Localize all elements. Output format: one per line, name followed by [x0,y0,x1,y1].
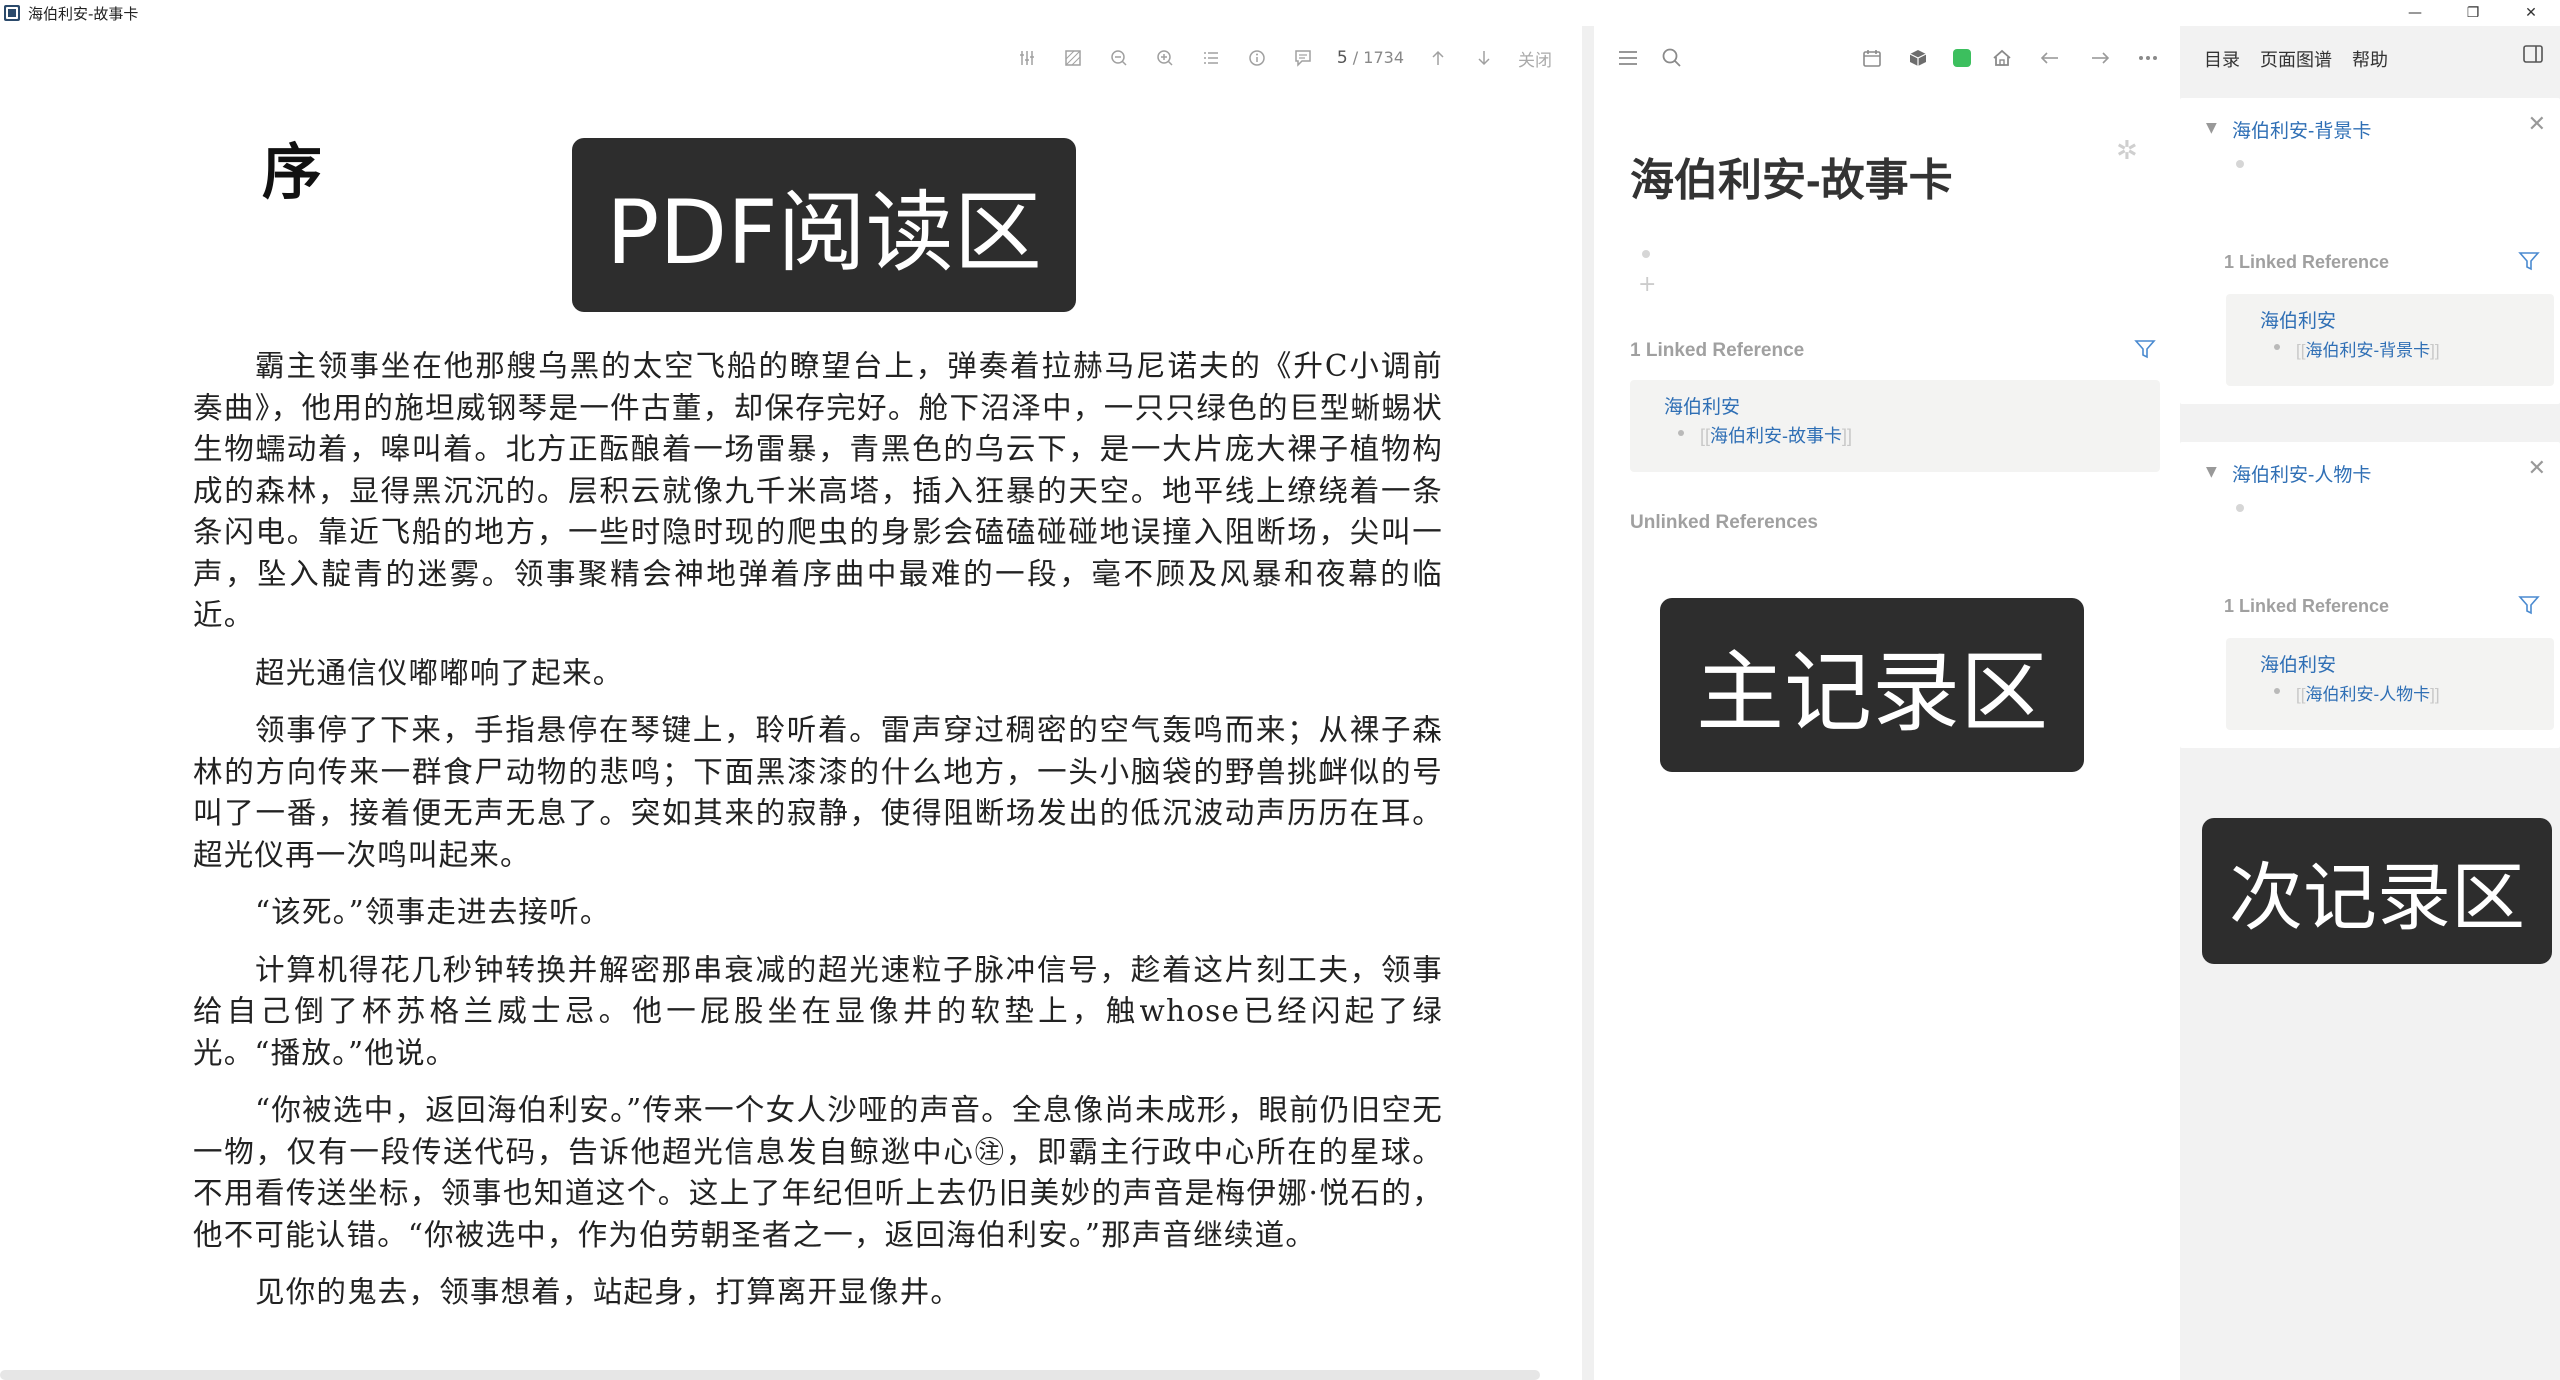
comment-icon[interactable] [1291,46,1315,70]
bracket-close: ]] [2430,341,2440,360]
linked-references-heading[interactable]: 1 Linked Reference [2224,252,2389,273]
main-area-label: 主记录区 [1660,598,2084,772]
app-logo-icon [4,5,20,21]
pdf-text-body: 霸主领事坐在他那艘乌黑的太空飞船的瞭望台上，弹奏着拉赫马尼诺夫的《升C小调前奏曲… [193,346,1443,1330]
pdf-paragraph: “你被选中，返回海伯利安。”传来一个女人沙哑的声音。全息像尚未成形，眼前仍旧空无… [193,1093,1443,1252]
close-pdf-button[interactable]: 关闭 [1518,46,1552,71]
title-bar: 海伯利安-故事卡 — ❐ ✕ [0,0,2560,26]
side-area-label: 次记录区 [2202,818,2552,964]
tab-contents[interactable]: 目录 [2204,46,2240,72]
pdf-paragraph: 领事停了下来，手指悬停在琴键上，聆听着。雷声穿过稠密的空气轰鸣而来；从裸子森林的… [193,713,1443,872]
linked-references-heading[interactable]: 1 Linked Reference [1630,340,1804,362]
zoom-out-icon[interactable] [1107,46,1131,70]
page-title[interactable]: 海伯利安-故事卡 [1630,144,1953,208]
collapse-caret-icon[interactable]: ▼ [2206,120,2217,136]
pdf-paragraph: 见你的鬼去，领事想着，站起身，打算离开显像井。 [255,1275,962,1309]
sidebar-card-title[interactable]: 海伯利安-人物卡 [2232,460,2371,487]
unlinked-references-heading[interactable]: Unlinked References [1630,512,1818,534]
linked-reference-card: 海伯利安 [[海伯利安-背景卡]] [2226,294,2554,386]
outline-list-icon[interactable] [1199,46,1223,70]
reference-bullet[interactable] [2274,688,2280,694]
sidebar-card-title[interactable]: 海伯利安-背景卡 [2232,116,2371,143]
zoom-in-icon[interactable] [1153,46,1177,70]
toggle-sidebar-icon[interactable] [2522,44,2546,68]
empty-block-bullet[interactable] [2236,504,2244,512]
sidebar-card: ▼ 海伯利安-背景卡 ✕ 1 Linked Reference 海伯利安 [[海… [2180,98,2560,404]
close-window-button[interactable]: ✕ [2502,0,2560,26]
menu-icon[interactable] [1614,44,1642,72]
tab-help[interactable]: 帮助 [2352,46,2388,72]
minimize-button[interactable]: — [2386,0,2444,26]
pdf-area-label: PDF阅读区 [572,138,1076,312]
pane-splitter[interactable] [1582,26,1594,1380]
bracket-close: ]] [1842,426,1853,446]
page-ref-link[interactable]: 海伯利安-背景卡 [2305,341,2430,360]
main-note-pane: 海伯利安-故事卡 ✲ + 1 Linked Reference 海伯利安 [[海… [1594,26,2180,1380]
main-toolbar [1594,44,2180,74]
bracket-open: [[ [1700,426,1711,446]
linked-references-heading[interactable]: 1 Linked Reference [2224,596,2389,617]
loading-spinner-icon: ✲ [2116,136,2138,166]
close-icon[interactable]: ✕ [2528,112,2546,137]
home-icon[interactable] [1988,44,2016,72]
page-total: 1734 [1363,48,1404,67]
pdf-paragraph: “该死。”领事走进去接听。 [255,895,611,929]
close-icon[interactable]: ✕ [2528,456,2546,481]
back-arrow-icon[interactable] [2036,44,2064,72]
collapse-caret-icon[interactable]: ▼ [2206,464,2217,480]
page-ref-link[interactable]: 海伯利安-故事卡 [1710,426,1842,446]
tab-page-graph[interactable]: 页面图谱 [2260,46,2332,72]
info-icon[interactable] [1245,46,1269,70]
filter-icon[interactable] [2518,250,2540,272]
reference-bullet[interactable] [2274,344,2280,350]
linked-reference-card: 海伯利安 [[海伯利安-故事卡]] [1630,380,2160,472]
highlight-area-icon[interactable] [1061,46,1085,70]
window-title: 海伯利安-故事卡 [28,4,139,23]
add-block-icon[interactable]: + [1638,272,1656,297]
arrow-up-icon[interactable] [1426,46,1450,70]
pdf-chapter-heading: 序 [262,138,322,208]
arrow-down-icon[interactable] [1472,46,1496,70]
page-current[interactable]: 5 [1337,48,1348,68]
pdf-toolbar: 5 / 1734 关闭 [1015,44,1552,72]
filter-icon[interactable] [2518,594,2540,616]
cube-icon[interactable] [1904,44,1932,72]
sidebar-tabs: 目录 页面图谱 帮助 [2204,46,2388,72]
empty-block-bullet[interactable] [1642,250,1650,258]
page-indicator: 5 / 1734 [1337,48,1404,68]
bracket-close: ]] [2430,685,2440,704]
right-sidebar: 目录 页面图谱 帮助 ▼ 海伯利安-背景卡 ✕ 1 Linked Referen… [2180,26,2560,1380]
reference-block[interactable]: [[海伯利安-故事卡]] [1700,422,1852,448]
maximize-button[interactable]: ❐ [2444,0,2502,26]
window-controls: — ❐ ✕ [2386,0,2560,26]
reference-block[interactable]: [[海伯利安-背景卡]] [2296,336,2440,361]
reference-block[interactable]: [[海伯利安-人物卡]] [2296,680,2440,705]
settings-sliders-icon[interactable] [1015,46,1039,70]
pdf-paragraph: 超光通信仪嘟嘟响了起来。 [255,655,624,690]
empty-block-bullet[interactable] [2236,160,2244,168]
reference-bullet[interactable] [1678,430,1684,436]
horizontal-scrollbar[interactable] [0,1370,1540,1380]
sync-status-icon[interactable] [1948,44,1976,72]
forward-arrow-icon[interactable] [2086,44,2114,72]
page-ref-link[interactable]: 海伯利安-人物卡 [2305,685,2430,704]
calendar-icon[interactable] [1858,44,1886,72]
reference-page-link[interactable]: 海伯利安 [2260,650,2336,677]
pdf-paragraph: 霸主领事坐在他那艘乌黑的太空飞船的瞭望台上，弹奏着拉赫马尼诺夫的《升C小调前奏曲… [193,349,1443,632]
sidebar-card: ▼ 海伯利安-人物卡 ✕ 1 Linked Reference 海伯利安 [[海… [2180,442,2560,748]
reference-page-link[interactable]: 海伯利安 [2260,306,2336,333]
linked-reference-card: 海伯利安 [[海伯利安-人物卡]] [2226,638,2554,730]
pdf-paragraph: 计算机得花几秒钟转换并解密那串衰减的超光速粒子脉冲信号，趁着这片刻工夫，领事给自… [193,952,1443,1070]
search-icon[interactable] [1658,44,1686,72]
more-icon[interactable] [2134,44,2162,72]
filter-icon[interactable] [2134,338,2156,360]
reference-page-link[interactable]: 海伯利安 [1664,392,1740,419]
pdf-reader-pane: 5 / 1734 关闭 序 霸主领事坐在他那艘乌黑的太空飞船的瞭望台上，弹奏着拉… [0,26,1582,1380]
page-separator: / [1347,48,1364,67]
